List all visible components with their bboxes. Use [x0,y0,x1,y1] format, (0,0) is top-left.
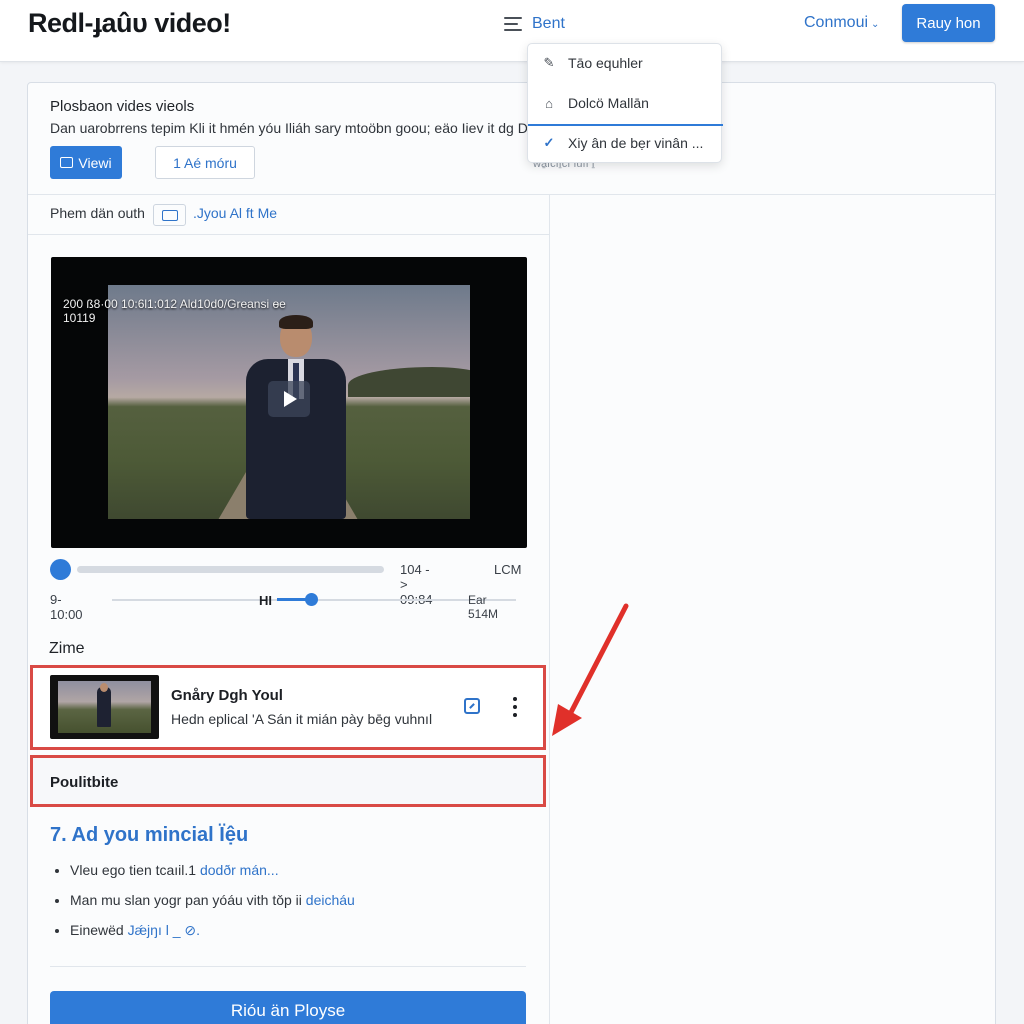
top-bar: Redl-ɟaûυ video! Bent Conmoui ⌄ Rauy hon [0,0,1024,62]
more-button-label: 1 Aé móru [173,154,237,171]
dropdown-menu: ✎ Tāo equhler ⌂ Dolcö Mallān ✓ Xiy ân de… [527,43,723,163]
dropdown-item[interactable]: ⌂ Dolcö Mallān [528,84,723,122]
continue-label: Conmoui [804,14,869,31]
list-item: Man mu slan yogr pan yóáu vith tǒp ii de… [55,892,355,922]
more-button[interactable]: 1 Aé móru [155,146,255,179]
more-options-icon[interactable] [512,697,518,717]
dropdown-item-label: Xiy ân de bẹr vinân ... [568,135,704,151]
section-divider [50,966,526,967]
video-person [246,315,346,519]
bullet-list: Vleu ego tien tcaıil.1 dodðr mán... Man … [55,862,355,952]
video-overlay-text: 200 ß8·00 10:6l1:012 Ald10d0/Greansi ɵe … [63,297,286,325]
annotation-arrow-icon [552,603,629,736]
section-title: 7. Ad you mincial Ïệu [50,824,249,846]
image-icon [161,209,178,221]
card-header: Plosbaon vides vieols Dan uarobrrens tep… [28,83,995,195]
bullet-link[interactable]: dodðr mán... [200,862,279,878]
video-player[interactable]: 200 ß8·00 10:6l1:012 Ald10d0/Greansi ɵe … [51,257,527,548]
start-time: 9- 10:00 [50,592,83,622]
dropdown-item[interactable]: ✎ Tāo equhler [528,44,723,82]
filter-chip[interactable] [153,204,186,226]
bullet-link[interactable]: Jǽjŋı l _ ⊘. [128,922,200,938]
card-description: Dan uarobrrens tepim Kli it hmén yóu Ili… [50,120,528,136]
filter-divider [28,234,550,235]
play-icon [284,391,297,407]
list-item: Vleu ego tien tcaıil.1 dodðr mán... [55,862,355,892]
home-icon: ⌂ [545,95,553,111]
volume-icon[interactable]: HI [259,593,272,608]
hamburger-icon [504,17,522,31]
view-button-label: Viewi [78,154,112,171]
bullet-link[interactable]: deicháu [306,892,355,908]
dropdown-item-label: Tāo equhler [568,55,643,71]
pencil-icon: ✎ [543,55,555,70]
view-button[interactable]: Viewi [50,146,122,179]
list-item[interactable]: Gnåry Dgh Youl Hedn eplical 'A Sán it mi… [50,675,536,739]
bottom-action-button[interactable]: Rióu än Ployse [50,991,526,1024]
continue-dropdown[interactable]: Conmoui ⌄ [804,14,879,32]
bullet-text: Man mu slan yogr pan yóáu vith tǒp ii [70,892,306,908]
dropdown-item-selected[interactable]: ✓ Xiy ân de bẹr vinân ... [528,124,723,162]
filter-link[interactable]: .Jyou Al ft Me [193,205,277,221]
scrubber-track[interactable] [77,566,384,573]
video-thumbnail[interactable] [50,675,159,739]
view-icon [60,157,74,168]
zone-title: Zime [49,640,85,657]
card-title: Plosbaon vides vieols [50,98,195,115]
edit-icon[interactable] [464,698,480,714]
volume-knob[interactable] [305,593,318,606]
play-button[interactable] [268,381,310,417]
thumb-figure-head [100,683,108,692]
list-item-title: Gnåry Dgh Youl [171,687,283,704]
list-item-description: Hedn eplical 'A Sán it mián pày bēg vuhn… [171,711,433,727]
end-time: Ear 514M [468,593,499,621]
list-item: Einewëd Jǽjŋı l _ ⊘. [55,922,355,952]
chevron-down-icon: ⌄ [871,19,880,30]
thumb-figure [97,687,111,727]
menu-trigger[interactable]: Bent [504,13,565,35]
primary-action-button[interactable]: Rauy hon [902,4,995,42]
filter-label: Phem dän outh [50,205,145,221]
highlight-label[interactable]: Poulitbite [50,774,118,791]
app-logo[interactable]: Redl-ɟaûυ video! [28,8,231,39]
bullet-text: Einewëd [70,922,128,938]
check-icon: ✓ [543,135,555,150]
bullet-text: Vleu ego tien tcaıil.1 [70,862,200,878]
video-hills [348,367,470,397]
menu-trigger-label: Bent [532,15,565,32]
scrubber-knob[interactable] [50,559,71,580]
quality-selector[interactable]: LCM [494,562,521,577]
dropdown-item-label: Dolcö Mallān [568,95,649,111]
